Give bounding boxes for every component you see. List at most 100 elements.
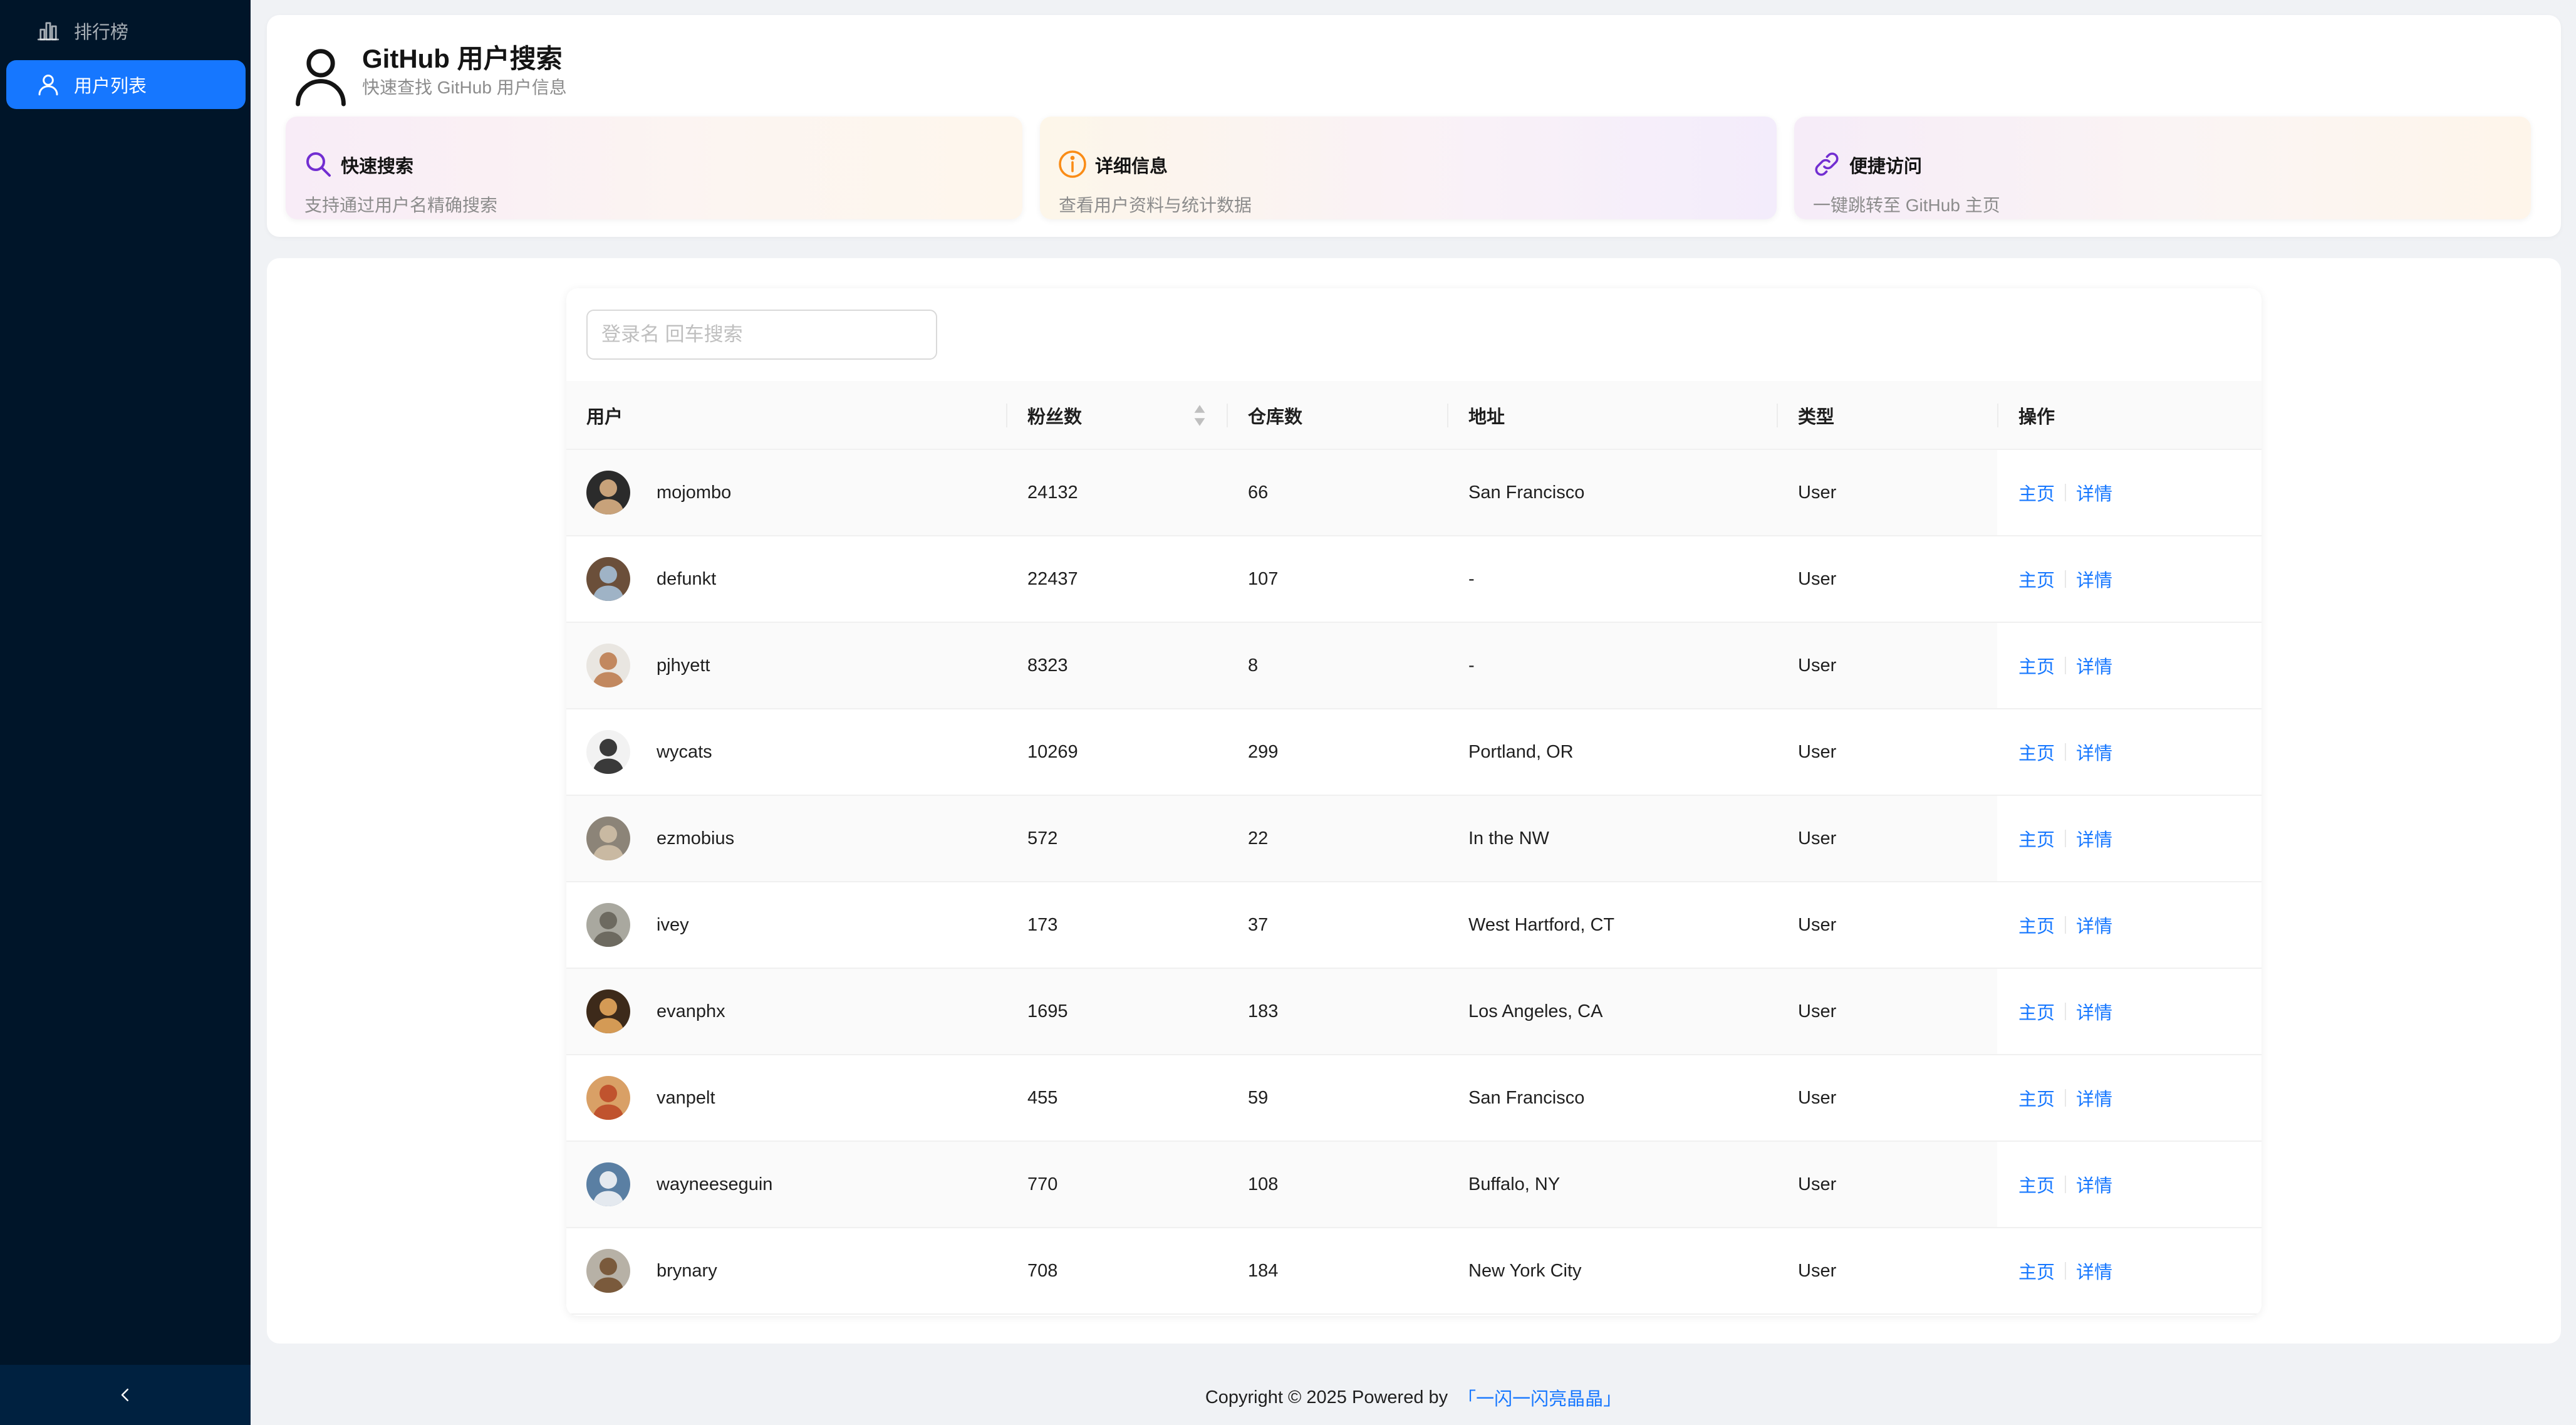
homepage-link[interactable]: 主页 xyxy=(2018,912,2055,938)
actions-cell: 主页 详情 xyxy=(1997,796,2262,881)
location-cell: San Francisco xyxy=(1468,482,1585,503)
type-cell: User xyxy=(1798,914,1837,935)
feature-desc: 支持通过用户名精确搜索 xyxy=(304,196,498,215)
bar-chart-icon xyxy=(35,18,61,44)
table-row: ivey 173 37 West Hartford, CT User 主页 详情 xyxy=(566,882,2262,969)
feature-title: 详细信息 xyxy=(1095,157,1168,177)
sort-icon[interactable] xyxy=(1193,402,1207,429)
homepage-link[interactable]: 主页 xyxy=(2018,739,2055,765)
homepage-link[interactable]: 主页 xyxy=(2018,479,2055,506)
sidebar-collapse-button[interactable] xyxy=(0,1365,251,1425)
avatar xyxy=(586,817,630,860)
sidebar-item-ranking[interactable]: 排行榜 xyxy=(6,6,246,55)
detail-link[interactable]: 详情 xyxy=(2076,998,2112,1025)
user-icon xyxy=(292,44,350,107)
search-input[interactable] xyxy=(586,310,937,360)
user-table: 用户 粉丝数 仓库数 地址 类型 操作 mojombo 24132 66 San Fr… xyxy=(566,288,2262,1316)
sidebar-item-users[interactable]: 用户列表 xyxy=(6,60,246,109)
detail-link[interactable]: 详情 xyxy=(2076,739,2112,765)
type-cell: User xyxy=(1798,568,1837,589)
homepage-link[interactable]: 主页 xyxy=(2018,1171,2055,1198)
table-row: wycats 10269 299 Portland, OR User 主页 详情 xyxy=(566,709,2262,796)
footer-link[interactable]: 「一闪一闪亮晶晶」 xyxy=(1458,1384,1621,1411)
actions-cell: 主页 详情 xyxy=(1997,536,2262,622)
followers-cell: 708 xyxy=(1027,1260,1058,1281)
detail-link[interactable]: 详情 xyxy=(2076,1085,2112,1111)
actions-cell: 主页 详情 xyxy=(1997,1228,2262,1313)
location-cell: West Hartford, CT xyxy=(1468,914,1615,935)
detail-link[interactable]: 详情 xyxy=(2076,479,2112,506)
location-cell: New York City xyxy=(1468,1260,1582,1281)
detail-link[interactable]: 详情 xyxy=(2076,912,2112,938)
type-cell: User xyxy=(1798,741,1837,762)
action-divider xyxy=(2065,830,2067,847)
feature-desc: 一键跳转至 GitHub 主页 xyxy=(1813,196,2000,215)
detail-link[interactable]: 详情 xyxy=(2076,566,2112,592)
repos-cell: 107 xyxy=(1248,568,1279,589)
table-row: mojombo 24132 66 San Francisco User 主页 详情 xyxy=(566,450,2262,536)
user-login: mojombo xyxy=(657,482,732,503)
user-cell: wayneeseguin xyxy=(586,1142,772,1227)
user-icon xyxy=(35,71,61,98)
repos-cell: 22 xyxy=(1248,828,1269,848)
search-icon xyxy=(303,149,333,179)
table-row: evanphx 1695 183 Los Angeles, CA User 主页 详情 xyxy=(566,969,2262,1055)
followers-cell: 22437 xyxy=(1027,568,1078,589)
page-subtitle: 快速查找 GitHub 用户信息 xyxy=(362,78,567,97)
avatar xyxy=(586,644,630,687)
homepage-link[interactable]: 主页 xyxy=(2018,1258,2055,1284)
action-divider xyxy=(2065,484,2067,501)
main-card: 用户 粉丝数 仓库数 地址 类型 操作 mojombo 24132 66 San Fr… xyxy=(267,258,2561,1344)
detail-link[interactable]: 详情 xyxy=(2076,825,2112,852)
feature-title: 快速搜索 xyxy=(341,157,414,177)
user-cell: brynary xyxy=(586,1228,717,1313)
repos-cell: 108 xyxy=(1248,1174,1279,1194)
avatar xyxy=(586,1076,630,1120)
user-cell: vanpelt xyxy=(586,1055,715,1141)
user-login: wycats xyxy=(657,741,712,762)
followers-cell: 8323 xyxy=(1027,655,1068,676)
avatar xyxy=(586,1249,630,1293)
action-divider xyxy=(2065,657,2067,674)
column-header-location: 地址 xyxy=(1468,407,1505,427)
user-cell: wycats xyxy=(586,709,712,795)
type-cell: User xyxy=(1798,828,1837,848)
detail-link[interactable]: 详情 xyxy=(2076,1171,2112,1198)
table-row: defunkt 22437 107 - User 主页 详情 xyxy=(566,536,2262,623)
homepage-link[interactable]: 主页 xyxy=(2018,1085,2055,1111)
repos-cell: 59 xyxy=(1248,1087,1269,1108)
type-cell: User xyxy=(1798,482,1837,503)
table-row: brynary 708 184 New York City User 主页 详情 xyxy=(566,1228,2262,1315)
column-header-user: 用户 xyxy=(586,407,623,427)
homepage-link[interactable]: 主页 xyxy=(2018,998,2055,1025)
feature-title: 便捷访问 xyxy=(1849,157,1923,177)
action-divider xyxy=(2065,570,2067,588)
repos-cell: 299 xyxy=(1248,741,1279,762)
homepage-link[interactable]: 主页 xyxy=(2018,566,2055,592)
type-cell: User xyxy=(1798,1260,1837,1281)
detail-link[interactable]: 详情 xyxy=(2076,652,2112,679)
location-cell: San Francisco xyxy=(1468,1087,1585,1108)
followers-cell: 173 xyxy=(1027,914,1058,935)
user-login: evanphx xyxy=(657,1001,725,1021)
followers-cell: 1695 xyxy=(1027,1001,1068,1021)
avatar xyxy=(586,471,630,514)
avatar xyxy=(586,1162,630,1206)
user-cell: ezmobius xyxy=(586,796,734,881)
type-cell: User xyxy=(1798,1087,1837,1108)
location-cell: Buffalo, NY xyxy=(1468,1174,1561,1194)
user-login: ivey xyxy=(657,914,689,935)
followers-cell: 24132 xyxy=(1027,482,1078,503)
detail-link[interactable]: 详情 xyxy=(2076,1258,2112,1284)
action-divider xyxy=(2065,1003,2067,1020)
user-login: defunkt xyxy=(657,568,717,589)
action-divider xyxy=(2065,743,2067,761)
homepage-link[interactable]: 主页 xyxy=(2018,652,2055,679)
followers-cell: 572 xyxy=(1027,828,1058,848)
homepage-link[interactable]: 主页 xyxy=(2018,825,2055,852)
user-login: brynary xyxy=(657,1260,717,1281)
actions-cell: 主页 详情 xyxy=(1997,1055,2262,1141)
column-header-followers[interactable]: 粉丝数 xyxy=(1027,381,1082,450)
actions-cell: 主页 详情 xyxy=(1997,1142,2262,1227)
avatar xyxy=(586,903,630,947)
